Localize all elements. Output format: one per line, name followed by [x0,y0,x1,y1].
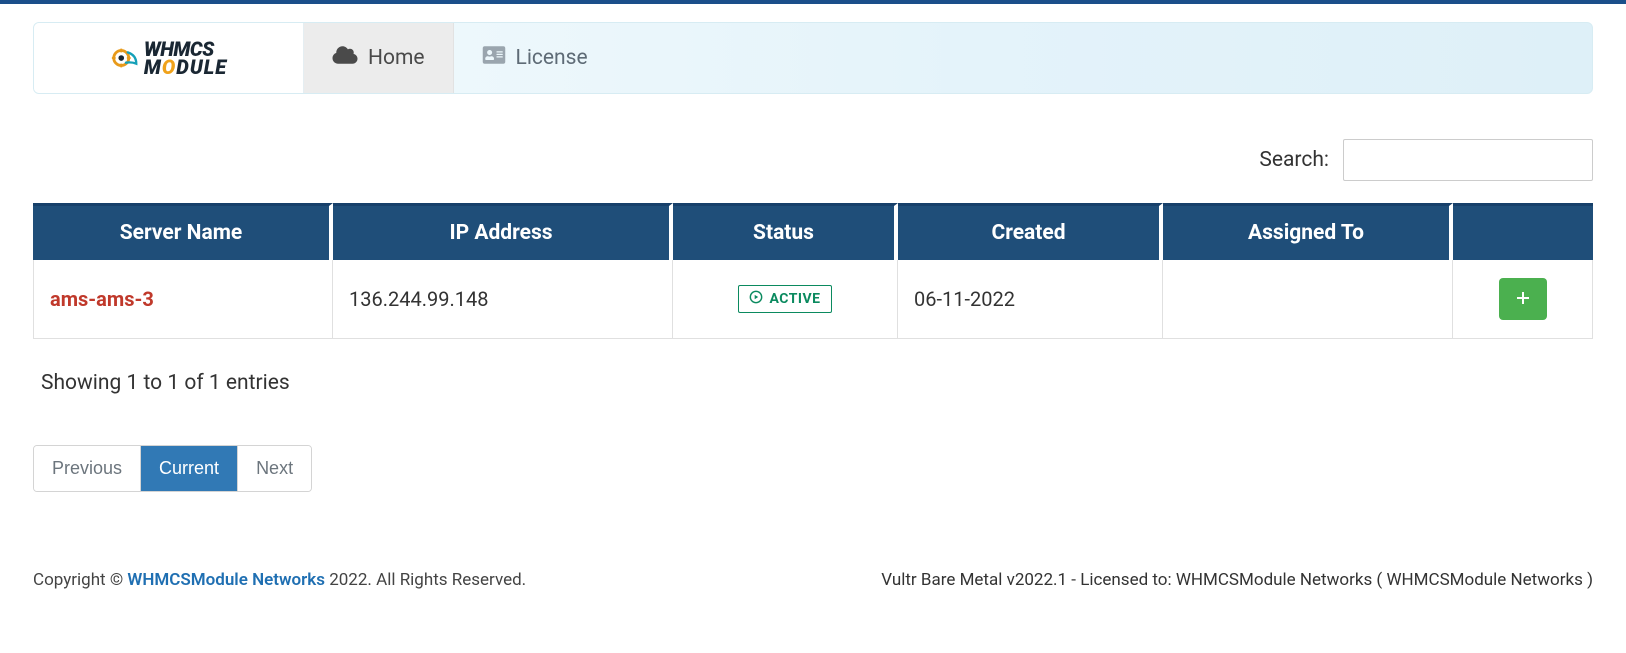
footer: Copyright © WHMCSModule Networks 2022. A… [33,570,1593,614]
footer-company-link[interactable]: WHMCSModule Networks [127,570,325,590]
add-button[interactable] [1499,278,1547,320]
brand-text-line2-post: DULE [176,55,227,79]
th-ip-address[interactable]: IP Address [333,203,673,260]
th-action [1453,203,1593,260]
cell-ip-address: 136.244.99.148 [333,260,673,339]
search-label: Search: [1259,148,1329,172]
nav-tab-home-label: Home [368,46,425,70]
table-row: ams-ams-3 136.244.99.148 ACTIVE 06-11-20… [33,260,1593,339]
copyright-suffix: 2022. All Rights Reserved. [325,570,526,590]
entries-info: Showing 1 to 1 of 1 entries [33,371,1593,395]
nav-tab-license[interactable]: License [454,23,617,93]
nav-tabs: WHMCS MODULE Home License [33,22,1593,94]
play-circle-icon [749,290,763,308]
status-text: ACTIVE [769,291,820,307]
pagination-previous[interactable]: Previous [34,446,141,491]
pagination-current[interactable]: Current [141,446,238,491]
brand-text-line2-o: O [162,55,176,79]
copyright-prefix: Copyright © [33,570,127,590]
pagination-next[interactable]: Next [238,446,311,491]
status-badge: ACTIVE [738,285,831,313]
plus-icon [1515,286,1531,312]
cell-created: 06-11-2022 [898,260,1163,339]
gear-icon [110,43,140,73]
cell-action [1453,260,1593,339]
th-assigned-to[interactable]: Assigned To [1163,203,1453,260]
th-server-name[interactable]: Server Name [33,203,333,260]
search-input[interactable] [1343,139,1593,181]
table-header-row: Server Name IP Address Status Created As… [33,203,1593,260]
brand-text-line2-pre: M [144,55,162,79]
nav-tab-license-label: License [516,46,588,70]
brand-logo[interactable]: WHMCS MODULE [34,23,304,93]
server-name-link[interactable]: ams-ams-3 [50,287,154,311]
cell-server-name: ams-ams-3 [33,260,333,339]
cloud-icon [332,45,358,71]
top-accent-bar [0,0,1626,4]
servers-table: Server Name IP Address Status Created As… [33,203,1593,339]
cell-status: ACTIVE [673,260,898,339]
nav-tab-home[interactable]: Home [304,23,454,93]
id-card-icon [482,45,506,71]
pagination: Previous Current Next [33,445,312,492]
cell-assigned-to [1163,260,1453,339]
footer-left: Copyright © WHMCSModule Networks 2022. A… [33,570,526,590]
th-status[interactable]: Status [673,203,898,260]
search-bar: Search: [33,139,1593,181]
th-created[interactable]: Created [898,203,1163,260]
footer-right: Vultr Bare Metal v2022.1 - Licensed to: … [881,570,1593,590]
